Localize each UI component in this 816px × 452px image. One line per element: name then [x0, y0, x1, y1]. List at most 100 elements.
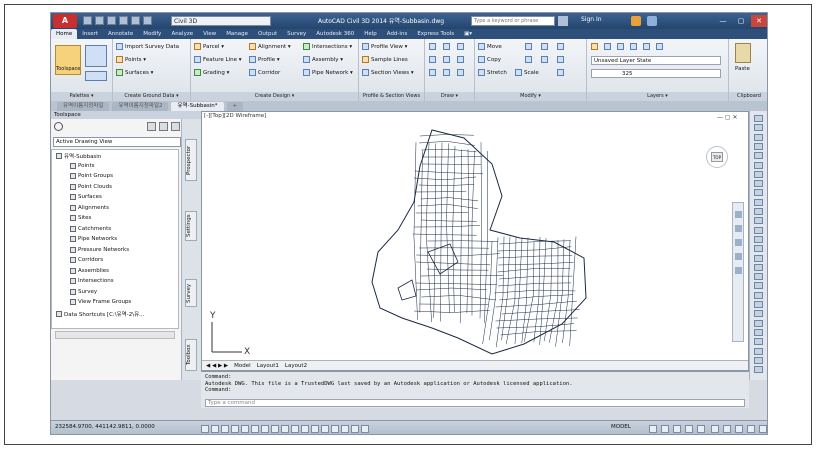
tree-item[interactable]: Intersections — [70, 278, 114, 284]
help-icon[interactable] — [171, 122, 180, 131]
binoculars-icon[interactable] — [558, 16, 568, 26]
explode-icon[interactable] — [557, 56, 564, 63]
redo-icon[interactable] — [131, 16, 140, 25]
tree-item[interactable]: Data Shortcuts [C:\유역-2\유... — [56, 310, 144, 318]
search-icon[interactable] — [54, 122, 63, 131]
status-toggle-icon[interactable] — [673, 425, 681, 433]
profile-view-button[interactable]: Profile View ▾ — [362, 43, 407, 50]
create-design-panel-title[interactable]: Create Design ▾ — [191, 92, 358, 101]
tab-more[interactable]: ▣▾ — [459, 29, 477, 39]
tree-item[interactable]: Pressure Networks — [70, 246, 129, 253]
status-toggle-icon[interactable] — [685, 425, 693, 433]
tree-item[interactable]: 유역-Subbasin — [56, 152, 101, 160]
status-toggle-icon[interactable] — [291, 425, 299, 433]
corridor-button[interactable]: Corridor — [249, 69, 280, 76]
tab-layout2[interactable]: Layout2 — [285, 361, 307, 370]
tab-analyze[interactable]: Analyze — [166, 29, 198, 39]
move-button[interactable]: Move — [478, 43, 502, 50]
toolbar-tool-icon[interactable] — [754, 366, 763, 374]
tree-item[interactable]: Survey — [70, 288, 97, 295]
tab-home[interactable]: Home — [51, 29, 78, 39]
clipboard-panel-title[interactable]: Clipboard — [729, 92, 767, 101]
toolbar-tool-icon[interactable] — [754, 217, 763, 225]
toolbar-tool-icon[interactable] — [754, 282, 763, 290]
tree-item[interactable]: Corridors — [70, 257, 103, 263]
status-toggle-icon[interactable] — [711, 425, 719, 433]
showmotion-icon[interactable] — [735, 267, 742, 274]
status-toggle-icon[interactable] — [723, 425, 731, 433]
tab-express-tools[interactable]: Express Tools — [412, 29, 459, 39]
tab-settings[interactable]: Settings — [185, 211, 197, 241]
status-toggle-icon[interactable] — [341, 425, 349, 433]
stretch-button[interactable]: Stretch — [478, 69, 507, 76]
palettes-panel-title[interactable]: Palettes ▾ — [51, 92, 112, 101]
toolbar-tool-icon[interactable] — [754, 124, 763, 132]
toolbar-tool-icon[interactable] — [754, 152, 763, 160]
command-grip[interactable] — [189, 374, 199, 394]
drawing-viewport[interactable]: [-][Top][2D Wireframe] — ▢ ✕ Y X TOP ◀ ◀… — [201, 111, 749, 371]
orbit-icon[interactable] — [735, 253, 742, 260]
tree-item[interactable]: Alignments — [70, 204, 109, 211]
toolbar-tool-icon[interactable] — [754, 356, 763, 364]
application-menu-button[interactable]: A — [53, 14, 77, 28]
line-icon[interactable] — [429, 43, 436, 50]
spline-icon[interactable] — [429, 69, 436, 76]
import-survey-button[interactable]: Import Survey Data — [116, 43, 179, 50]
tree-item[interactable]: Points — [70, 162, 95, 169]
circle-icon[interactable] — [457, 43, 464, 50]
status-toggle-icon[interactable] — [735, 425, 743, 433]
layers-panel-title[interactable]: Layers ▾ — [587, 92, 728, 101]
copy-icon[interactable] — [147, 122, 156, 131]
save-icon[interactable] — [107, 16, 116, 25]
toolbar-tool-icon[interactable] — [754, 198, 763, 206]
tab-survey[interactable]: Survey — [282, 29, 311, 39]
tab-view[interactable]: View — [198, 29, 221, 39]
tree-item[interactable]: Pipe Networks — [70, 236, 117, 242]
erase-icon[interactable] — [557, 43, 564, 50]
profile-button[interactable]: Profile ▾ — [249, 56, 280, 63]
tree-item[interactable]: View Frame Groups — [70, 299, 131, 305]
layer-properties-icon[interactable] — [591, 43, 598, 50]
sample-lines-button[interactable]: Sample Lines — [362, 56, 408, 63]
zoom-icon[interactable] — [735, 239, 742, 246]
status-toggle-icon[interactable] — [649, 425, 657, 433]
paste-label[interactable]: Paste — [735, 66, 750, 72]
surfaces-button[interactable]: Surfaces ▾ — [116, 69, 153, 76]
pipe-network-button[interactable]: Pipe Network ▾ — [303, 69, 353, 76]
palette-grid-icon[interactable] — [85, 45, 107, 67]
tree-item[interactable]: Point Clouds — [70, 183, 112, 190]
tab-insert[interactable]: Insert — [77, 29, 103, 39]
status-toggle-icon[interactable] — [201, 425, 209, 433]
tab-model[interactable]: Model — [234, 361, 251, 370]
status-toggle-icon[interactable] — [321, 425, 329, 433]
open-icon[interactable] — [95, 16, 104, 25]
toolbar-tool-icon[interactable] — [754, 115, 763, 122]
layer-state-select[interactable]: Unsaved Layer State — [591, 56, 721, 65]
close-button[interactable]: ✕ — [751, 15, 767, 27]
view-select[interactable]: Active Drawing View — [53, 137, 181, 147]
workspace-select[interactable]: Civil 3D — [171, 16, 271, 26]
parcel-button[interactable]: Parcel ▾ — [194, 43, 224, 50]
section-views-button[interactable]: Section Views ▾ — [362, 69, 414, 76]
toolbar-tool-icon[interactable] — [754, 226, 763, 234]
exchange-icon[interactable] — [631, 16, 641, 26]
sign-in-link[interactable]: Sign In — [581, 16, 602, 23]
status-toggle-icon[interactable] — [231, 425, 239, 433]
toolbar-tool-icon[interactable] — [754, 338, 763, 346]
status-toggle-icon[interactable] — [211, 425, 219, 433]
toolbar-tool-icon[interactable] — [754, 254, 763, 262]
profile-section-panel-title[interactable]: Profile & Section Views — [359, 92, 424, 101]
status-toggle-icon[interactable] — [361, 425, 369, 433]
region-icon[interactable] — [457, 69, 464, 76]
status-toggle-icon[interactable] — [661, 425, 669, 433]
toolbar-tool-icon[interactable] — [754, 347, 763, 355]
minimize-button[interactable]: — — [715, 15, 731, 27]
toolbar-tool-icon[interactable] — [754, 328, 763, 336]
status-toggle-icon[interactable] — [747, 425, 755, 433]
status-toggle-icon[interactable] — [311, 425, 319, 433]
polyline-icon[interactable] — [443, 43, 450, 50]
help-icon[interactable] — [647, 16, 657, 26]
mirror-icon[interactable] — [525, 56, 532, 63]
doc-tab-2[interactable]: 유역이름지정파일2 — [112, 101, 169, 111]
tab-toolbox[interactable]: Toolbox — [185, 339, 197, 371]
